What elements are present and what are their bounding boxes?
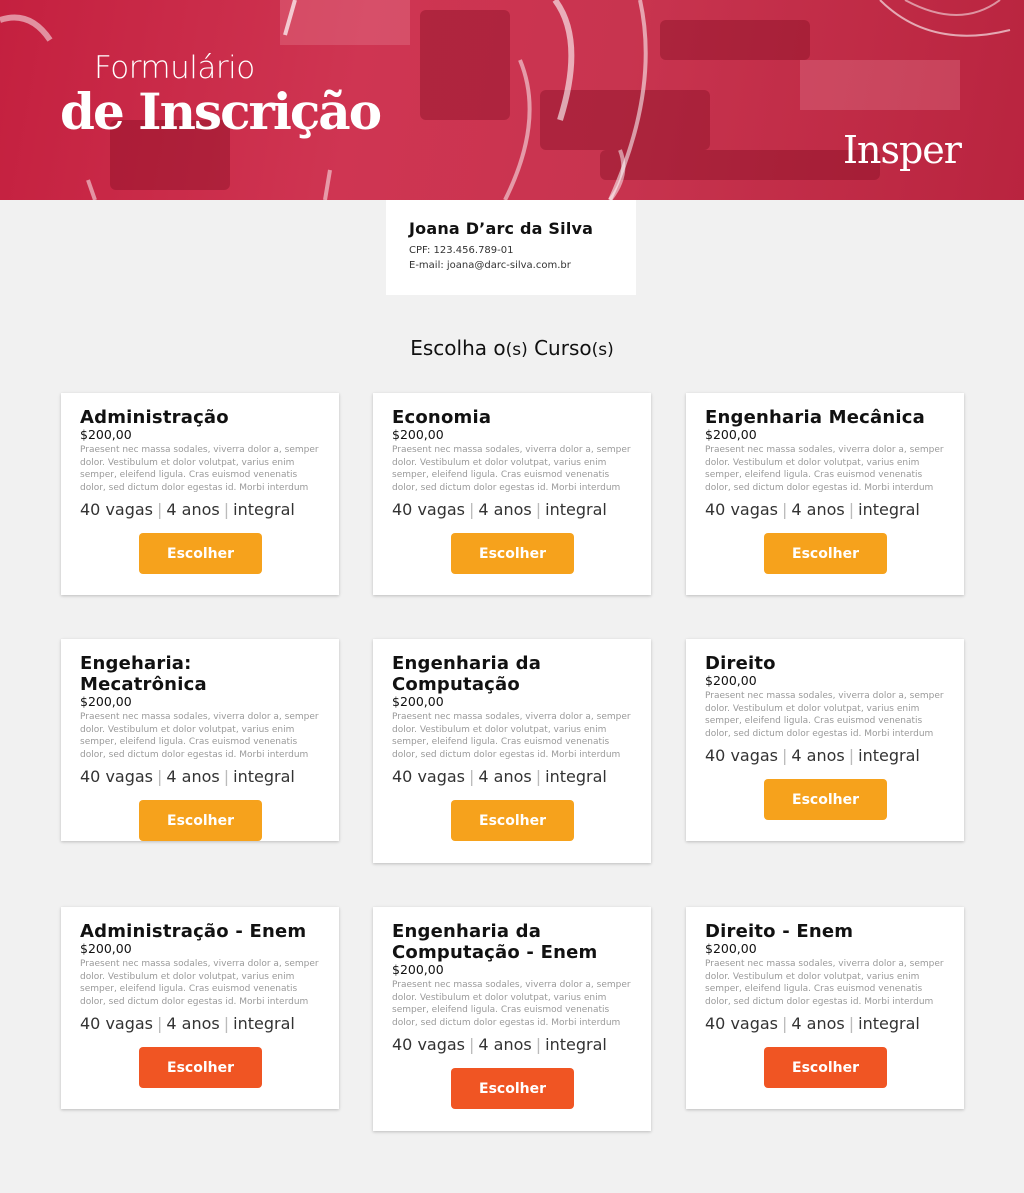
course-price: $200,00: [705, 941, 757, 956]
course-title: Direito: [705, 653, 776, 674]
course-stats: 40 vagas | 4 anos | integral: [80, 500, 295, 519]
course-title: Administração - Enem: [80, 921, 307, 942]
section-title-suffix: (s): [591, 340, 614, 360]
course-anos: 4 anos: [478, 1035, 532, 1054]
applicant-profile-card: Joana D’arc da Silva CPF: 123.456.789-01…: [386, 200, 636, 295]
course-description: Praesent nec massa sodales, viverra dolo…: [705, 445, 944, 493]
hero-title-line1: Formulário: [94, 50, 255, 86]
course-anos: 4 anos: [166, 500, 220, 519]
course-vagas: 40 vagas: [80, 500, 154, 519]
course-price: $200,00: [80, 941, 132, 956]
course-vagas: 40 vagas: [705, 746, 779, 765]
course-stats: 40 vagas | 4 anos | integral: [705, 500, 920, 519]
applicant-cpf: CPF: 123.456.789-01: [409, 245, 514, 256]
course-card-economia: Economia $200,00 Praesent nec massa soda…: [373, 393, 651, 595]
course-card-administracao-enem: Administração - Enem $200,00 Praesent ne…: [61, 907, 339, 1109]
course-vagas: 40 vagas: [705, 500, 779, 519]
course-vagas: 40 vagas: [392, 500, 466, 519]
course-stats: 40 vagas | 4 anos | integral: [80, 1014, 295, 1033]
course-anos: 4 anos: [791, 500, 845, 519]
course-periodo: integral: [858, 500, 920, 519]
course-vagas: 40 vagas: [705, 1014, 779, 1033]
choose-button[interactable]: Escolher: [139, 1047, 262, 1088]
choose-button[interactable]: Escolher: [139, 533, 262, 574]
course-card-administracao: Administração $200,00 Praesent nec massa…: [61, 393, 339, 595]
course-periodo: integral: [233, 500, 295, 519]
course-description: Praesent nec massa sodales, viverra dolo…: [80, 959, 319, 1007]
course-title: Engenharia da Computação - Enem: [392, 921, 598, 963]
course-stats: 40 vagas | 4 anos | integral: [392, 500, 607, 519]
course-anos: 4 anos: [791, 1014, 845, 1033]
course-anos: 4 anos: [478, 767, 532, 786]
choose-button[interactable]: Escolher: [764, 1047, 887, 1088]
course-card-engenharia-computacao-enem: Engenharia da Computação - Enem $200,00 …: [373, 907, 651, 1131]
section-title-part: Curso: [527, 336, 592, 360]
course-price: $200,00: [392, 962, 444, 977]
course-periodo: integral: [233, 1014, 295, 1033]
course-price: $200,00: [705, 673, 757, 688]
course-card-engenharia-mecanica: Engenharia Mecânica $200,00 Praesent nec…: [686, 393, 964, 595]
course-price: $200,00: [392, 427, 444, 442]
course-stats: 40 vagas | 4 anos | integral: [705, 1014, 920, 1033]
applicant-name: Joana D’arc da Silva: [409, 219, 594, 238]
course-description: Praesent nec massa sodales, viverra dolo…: [80, 712, 319, 760]
course-description: Praesent nec massa sodales, viverra dolo…: [705, 959, 944, 1007]
course-stats: 40 vagas | 4 anos | integral: [392, 767, 607, 786]
course-stats: 40 vagas | 4 anos | integral: [80, 767, 295, 786]
choose-button[interactable]: Escolher: [451, 800, 574, 841]
course-periodo: integral: [233, 767, 295, 786]
course-periodo: integral: [858, 746, 920, 765]
course-description: Praesent nec massa sodales, viverra dolo…: [705, 691, 944, 739]
course-price: $200,00: [80, 694, 132, 709]
course-title: Engenharia da Computação: [392, 653, 542, 695]
course-card-direito-enem: Direito - Enem $200,00 Praesent nec mass…: [686, 907, 964, 1109]
course-periodo: integral: [858, 1014, 920, 1033]
choose-button[interactable]: Escolher: [451, 1068, 574, 1109]
course-price: $200,00: [392, 694, 444, 709]
choose-button[interactable]: Escolher: [764, 779, 887, 820]
insper-logo: Insper: [843, 128, 962, 172]
choose-button[interactable]: Escolher: [764, 533, 887, 574]
course-vagas: 40 vagas: [392, 1035, 466, 1054]
course-price: $200,00: [80, 427, 132, 442]
course-card-engenharia-computacao: Engenharia da Computação $200,00 Praesen…: [373, 639, 651, 863]
section-title-part: Escolha o: [410, 336, 506, 360]
course-title: Engeharia: Mecatrônica: [80, 653, 207, 695]
course-description: Praesent nec massa sodales, viverra dolo…: [392, 712, 631, 760]
course-anos: 4 anos: [791, 746, 845, 765]
section-title: Escolha o(s) Curso(s): [0, 336, 1024, 360]
course-vagas: 40 vagas: [392, 767, 466, 786]
course-anos: 4 anos: [166, 1014, 220, 1033]
course-title: Direito - Enem: [705, 921, 854, 942]
section-title-suffix: (s): [505, 340, 528, 360]
course-card-direito: Direito $200,00 Praesent nec massa sodal…: [686, 639, 964, 841]
course-description: Praesent nec massa sodales, viverra dolo…: [80, 445, 319, 493]
choose-button[interactable]: Escolher: [139, 800, 262, 841]
course-title: Administração: [80, 407, 229, 428]
choose-button[interactable]: Escolher: [451, 533, 574, 574]
course-periodo: integral: [545, 1035, 607, 1054]
course-title: Engenharia Mecânica: [705, 407, 925, 428]
hero-title: Formulário de Inscrição: [60, 50, 382, 141]
course-card-mecatronica: Engeharia: Mecatrônica $200,00 Praesent …: [61, 639, 339, 841]
course-price: $200,00: [705, 427, 757, 442]
course-stats: 40 vagas | 4 anos | integral: [705, 746, 920, 765]
course-vagas: 40 vagas: [80, 767, 154, 786]
hero-banner: Formulário de Inscrição Insper: [0, 0, 1024, 200]
course-description: Praesent nec massa sodales, viverra dolo…: [392, 980, 631, 1028]
course-anos: 4 anos: [166, 767, 220, 786]
course-periodo: integral: [545, 767, 607, 786]
course-periodo: integral: [545, 500, 607, 519]
course-anos: 4 anos: [478, 500, 532, 519]
course-title: Economia: [392, 407, 492, 428]
applicant-email: E-mail: joana@darc-silva.com.br: [409, 260, 571, 271]
course-description: Praesent nec massa sodales, viverra dolo…: [392, 445, 631, 493]
course-stats: 40 vagas | 4 anos | integral: [392, 1035, 607, 1054]
course-vagas: 40 vagas: [80, 1014, 154, 1033]
hero-title-line2: de Inscrição: [60, 82, 382, 141]
